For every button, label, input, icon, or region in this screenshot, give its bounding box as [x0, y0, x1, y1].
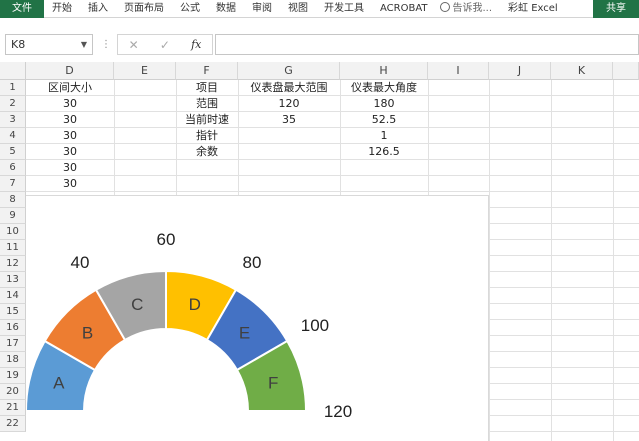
cell-d7[interactable]: 30	[26, 176, 114, 192]
gridline	[26, 159, 639, 160]
gauge-chart[interactable]: A B C D E F 40 60 80 100 120	[26, 195, 489, 441]
cell-g2[interactable]: 120	[238, 96, 340, 112]
segment-label-e: E	[239, 324, 250, 343]
more-dots-icon[interactable]: ⋮	[101, 34, 111, 55]
segment-label-d: D	[189, 295, 201, 314]
cell-d4[interactable]: 30	[26, 128, 114, 144]
gridline	[26, 175, 639, 176]
cell-f2[interactable]: 范围	[176, 96, 238, 112]
cell-f3[interactable]: 当前时速	[176, 112, 238, 128]
column-header-f[interactable]: F	[176, 62, 238, 80]
row-header[interactable]: 20	[0, 384, 26, 400]
segment-label-b: B	[82, 324, 93, 343]
tab-insert[interactable]: 插入	[80, 0, 116, 18]
tell-me-box[interactable]: 告诉我...	[436, 0, 501, 18]
column-header-i[interactable]: I	[428, 62, 489, 80]
cell-d6[interactable]: 30	[26, 160, 114, 176]
enter-icon[interactable]: ✓	[160, 38, 170, 52]
row-header[interactable]: 15	[0, 304, 26, 320]
scale-label-100: 100	[301, 316, 329, 335]
gridline	[489, 80, 490, 441]
formula-buttons: ✕ ✓ fx	[117, 34, 213, 55]
row-header[interactable]: 21	[0, 400, 26, 416]
column-header-d[interactable]: D	[26, 62, 114, 80]
row-header[interactable]: 17	[0, 336, 26, 352]
cell-h2[interactable]: 180	[340, 96, 428, 112]
column-header-g[interactable]: G	[238, 62, 340, 80]
cell-f5[interactable]: 余数	[176, 144, 238, 160]
tab-developer[interactable]: 开发工具	[316, 0, 372, 18]
row-header[interactable]: 18	[0, 352, 26, 368]
scale-label-120: 120	[324, 402, 352, 421]
cell-h4[interactable]: 1	[340, 128, 428, 144]
gridline	[551, 80, 552, 441]
row-header[interactable]: 11	[0, 240, 26, 256]
tab-page-layout[interactable]: 页面布局	[116, 0, 172, 18]
tab-acrobat[interactable]: ACROBAT	[372, 0, 436, 18]
formula-input[interactable]	[215, 34, 639, 55]
scale-label-60: 60	[157, 230, 176, 249]
cell-d1[interactable]: 区间大小	[26, 80, 114, 96]
row-header[interactable]: 1	[0, 80, 26, 96]
segment-label-a: A	[53, 373, 65, 392]
row-header[interactable]: 8	[0, 192, 26, 208]
cell-h3[interactable]: 52.5	[340, 112, 428, 128]
gridline	[613, 80, 614, 441]
ribbon-tabs: 文件 开始 插入 页面布局 公式 数据 审阅 视图 开发工具 ACROBAT 告…	[0, 0, 639, 18]
column-header-j[interactable]: J	[489, 62, 551, 80]
scale-label-80: 80	[243, 253, 262, 272]
column-header-k[interactable]: K	[551, 62, 613, 80]
lightbulb-icon	[439, 1, 450, 12]
cell-g3[interactable]: 35	[238, 112, 340, 128]
row-header[interactable]: 22	[0, 416, 26, 432]
tab-view[interactable]: 视图	[280, 0, 316, 18]
tell-me-text: 告诉我...	[452, 2, 493, 14]
tab-formulas[interactable]: 公式	[172, 0, 208, 18]
name-box[interactable]: K8 ▼	[5, 34, 93, 55]
row-header[interactable]: 3	[0, 112, 26, 128]
cancel-icon[interactable]: ✕	[129, 38, 139, 52]
row-header[interactable]: 19	[0, 368, 26, 384]
cell-d5[interactable]: 30	[26, 144, 114, 160]
row-header[interactable]: 16	[0, 320, 26, 336]
formula-bar: K8 ▼ ⋮ ✕ ✓ fx	[0, 18, 639, 62]
row-header[interactable]: 5	[0, 144, 26, 160]
cell-h5[interactable]: 126.5	[340, 144, 428, 160]
account-name[interactable]: 彩虹 Excel	[500, 0, 566, 18]
tab-review[interactable]: 审阅	[244, 0, 280, 18]
gauge-chart-svg: A B C D E F 40 60 80 100 120	[26, 230, 352, 421]
insert-function-icon[interactable]: fx	[191, 38, 201, 51]
row-header[interactable]: 9	[0, 208, 26, 224]
segment-label-c: C	[131, 295, 143, 314]
name-box-value: K8	[11, 38, 26, 51]
cell-d2[interactable]: 30	[26, 96, 114, 112]
tab-file[interactable]: 文件	[0, 0, 44, 18]
row-header[interactable]: 7	[0, 176, 26, 192]
row-header[interactable]: 2	[0, 96, 26, 112]
cell-g1[interactable]: 仪表盘最大范围	[238, 80, 340, 96]
gridline	[26, 191, 639, 192]
row-header[interactable]: 10	[0, 224, 26, 240]
chevron-down-icon[interactable]: ▼	[81, 35, 87, 54]
column-header-h[interactable]: H	[340, 62, 428, 80]
tab-data[interactable]: 数据	[208, 0, 244, 18]
row-header[interactable]: 6	[0, 160, 26, 176]
cell-f4[interactable]: 指针	[176, 128, 238, 144]
row-header[interactable]: 4	[0, 128, 26, 144]
share-button[interactable]: 共享	[593, 0, 639, 18]
row-header[interactable]: 14	[0, 288, 26, 304]
row-header[interactable]: 12	[0, 256, 26, 272]
cell-f1[interactable]: 项目	[176, 80, 238, 96]
column-header-partial[interactable]	[613, 62, 639, 80]
cell-d3[interactable]: 30	[26, 112, 114, 128]
gridline	[26, 143, 639, 144]
column-header-e[interactable]: E	[114, 62, 176, 80]
cell-h1[interactable]: 仪表最大角度	[340, 80, 428, 96]
scale-label-40: 40	[71, 253, 90, 272]
select-all-corner[interactable]	[0, 62, 26, 80]
tab-home[interactable]: 开始	[44, 0, 80, 18]
segment-label-f: F	[268, 373, 278, 392]
row-header[interactable]: 13	[0, 272, 26, 288]
